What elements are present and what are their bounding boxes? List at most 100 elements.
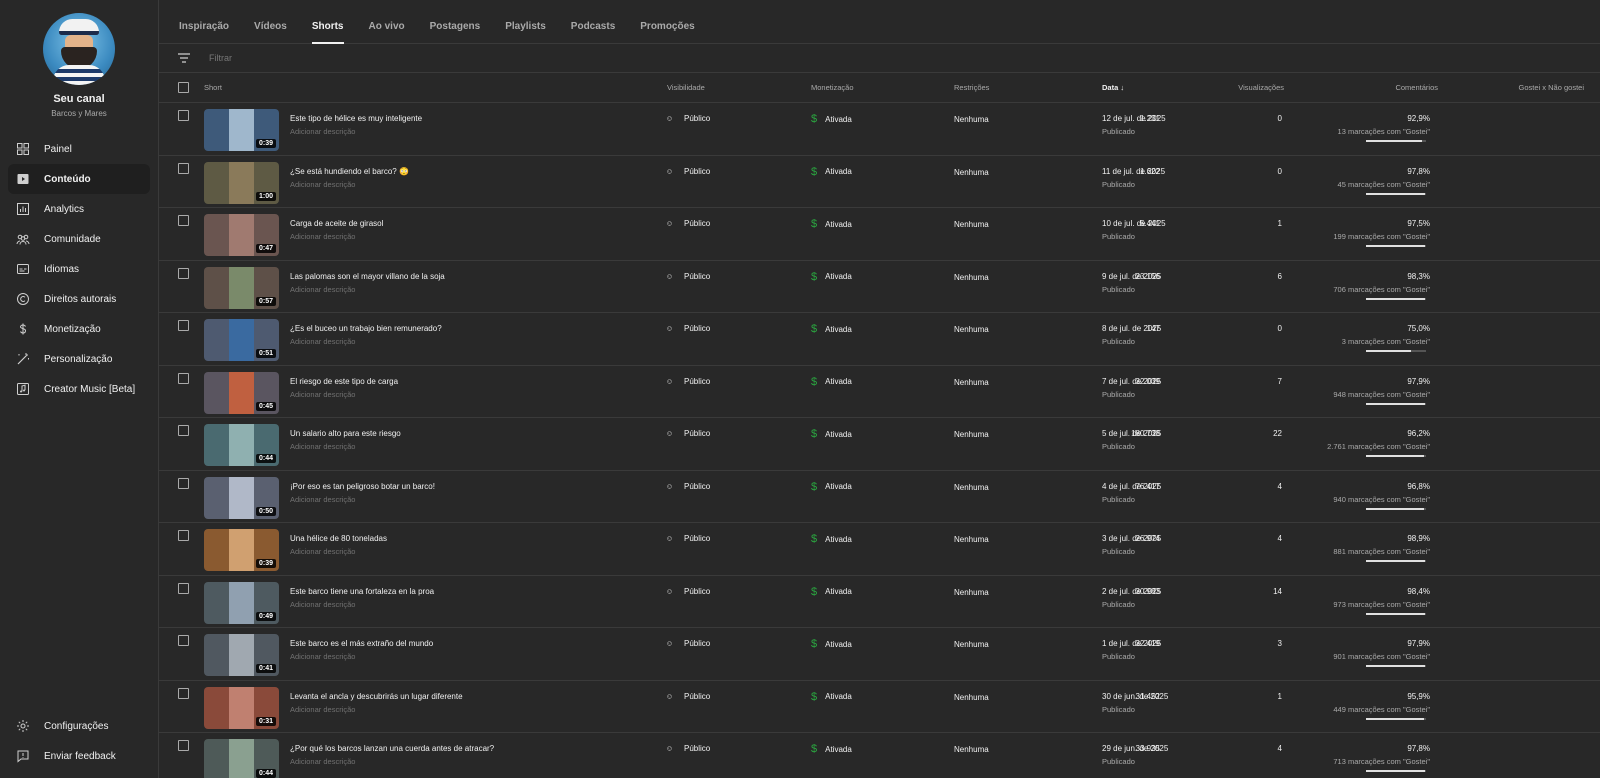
tab-shorts[interactable]: Shorts [311,21,344,44]
video-thumbnail[interactable]: 1:00 [204,161,279,204]
video-description[interactable]: Adicionar descrição [290,652,355,661]
video-description[interactable]: Adicionar descrição [290,390,355,399]
video-thumbnail[interactable]: 0:45 [204,371,279,414]
visibility-cell[interactable]: Público [667,743,710,754]
sidebar-item-enviar-feedback[interactable]: Enviar feedback [8,741,150,771]
tab-postagens[interactable]: Postagens [430,21,481,43]
visibility-cell[interactable]: Público [667,113,710,124]
video-title[interactable]: ¿Es el buceo un trabajo bien remunerado? [290,324,442,333]
row-checkbox[interactable] [178,267,189,279]
visibility-cell[interactable]: Público [667,376,710,387]
video-description[interactable]: Adicionar descrição [290,285,355,294]
video-title[interactable]: ¡Por eso es tan peligroso botar un barco… [290,482,435,491]
tab-playlists[interactable]: Playlists [505,21,546,43]
col-visibility[interactable]: Visibilidade [667,83,705,92]
video-description[interactable]: Adicionar descrição [290,180,355,189]
sidebar-item-configura-es[interactable]: Configurações [8,711,150,741]
col-restrictions[interactable]: Restrições [954,83,989,92]
monetization-cell[interactable]: $ Ativada [811,113,852,125]
sidebar-item-monetiza-o[interactable]: Monetização [8,314,150,344]
video-title[interactable]: Las palomas son el mayor villano de la s… [290,272,445,281]
monetization-cell[interactable]: $ Ativada [811,586,852,598]
table-row[interactable]: 0:31 Levanta el ancla y descubrirás un lu… [159,681,1600,733]
table-row[interactable]: 1:00 ¿Se está hundiendo el barco? 😳 Adicio… [159,156,1600,208]
video-description[interactable]: Adicionar descrição [290,127,355,136]
col-views[interactable]: Visualizações [1238,83,1284,92]
video-title[interactable]: Carga de aceite de girasol [290,219,383,228]
table-row[interactable]: 0:50 ¡Por eso es tan peligroso botar un b… [159,471,1600,523]
tab-v-deos[interactable]: Vídeos [254,21,287,43]
sidebar-item-personaliza-o[interactable]: Personalização [8,344,150,374]
video-thumbnail[interactable]: 0:44 [204,424,279,466]
visibility-cell[interactable]: Público [667,166,710,177]
table-row[interactable]: 0:44 Un salario alto para este riesgo Adic… [159,418,1600,471]
visibility-cell[interactable]: Público [667,691,710,702]
video-title[interactable]: Este barco tiene una fortaleza en la pro… [290,587,434,596]
video-title[interactable]: Una hélice de 80 toneladas [290,534,387,543]
video-thumbnail[interactable]: 0:39 [204,529,279,571]
visibility-cell[interactable]: Público [667,218,710,229]
table-row[interactable]: 0:44 ¿Por qué los barcos lanzan una cuerd… [159,733,1600,778]
video-thumbnail[interactable]: 0:49 [204,581,279,624]
monetization-cell[interactable]: $ Ativada [811,691,852,703]
video-title[interactable]: Levanta el ancla y descubrirás un lugar … [290,692,463,701]
sidebar-item-painel[interactable]: Painel [8,134,150,164]
monetization-cell[interactable]: $ Ativada [811,481,852,493]
table-row[interactable]: 0:57 Las palomas son el mayor villano de … [159,261,1600,313]
monetization-cell[interactable]: $ Ativada [811,218,852,230]
table-row[interactable]: 0:39 Una hélice de 80 toneladas Adicionar … [159,523,1600,576]
video-thumbnail[interactable]: 0:57 [204,266,279,309]
table-row[interactable]: 0:49 Este barco tiene una fortaleza en la… [159,576,1600,628]
channel-avatar[interactable] [43,13,115,85]
col-comments[interactable]: Comentários [1395,83,1438,92]
row-checkbox[interactable] [178,110,189,121]
table-row[interactable]: 0:47 Carga de aceite de girasol Adicionar … [159,208,1600,261]
table-row[interactable]: 0:45 El riesgo de este tipo de carga Adici… [159,366,1600,418]
monetization-cell[interactable]: $ Ativada [811,166,852,178]
table-row[interactable]: 0:39 Este tipo de hélice es muy inteligen… [159,103,1600,156]
filter-input[interactable] [209,53,509,63]
tab-inspira-o[interactable]: Inspiração [179,21,229,43]
visibility-cell[interactable]: Público [667,638,710,649]
video-description[interactable]: Adicionar descrição [290,495,355,504]
monetization-cell[interactable]: $ Ativada [811,323,852,335]
monetization-cell[interactable]: $ Ativada [811,533,852,545]
monetization-cell[interactable]: $ Ativada [811,638,852,650]
sidebar-item-creator-music-beta[interactable]: Creator Music [Beta] [8,374,150,404]
row-checkbox[interactable] [178,530,189,541]
monetization-cell[interactable]: $ Ativada [811,743,852,755]
row-checkbox[interactable] [178,372,189,384]
video-description[interactable]: Adicionar descrição [290,757,355,766]
video-description[interactable]: Adicionar descrição [290,547,355,556]
visibility-cell[interactable]: Público [667,271,710,282]
row-checkbox[interactable] [178,635,189,646]
col-likes[interactable]: Gostei x Não gostei [1519,83,1584,92]
visibility-cell[interactable]: Público [667,428,710,439]
row-checkbox[interactable] [178,425,189,436]
visibility-cell[interactable]: Público [667,481,710,492]
sidebar-item-analytics[interactable]: Analytics [8,194,150,224]
sidebar-item-direitos-autorais[interactable]: Direitos autorais [8,284,150,314]
row-checkbox[interactable] [178,687,189,699]
video-title[interactable]: El riesgo de este tipo de carga [290,377,398,386]
select-all-checkbox[interactable] [178,82,189,93]
video-thumbnail[interactable]: 0:47 [204,214,279,256]
visibility-cell[interactable]: Público [667,323,710,334]
sidebar-item-comunidade[interactable]: Comunidade [8,224,150,254]
sidebar-item-conte-do[interactable]: Conteúdo [8,164,150,194]
tab-podcasts[interactable]: Podcasts [571,21,615,43]
tab-promo-es[interactable]: Promoções [640,21,694,43]
table-row[interactable]: 0:41 Este barco es el más extraño del mun… [159,628,1600,681]
table-row[interactable]: 0:51 ¿Es el buceo un trabajo bien remuner… [159,313,1600,366]
sidebar-item-idiomas[interactable]: Idiomas [8,254,150,284]
row-checkbox[interactable] [178,320,189,331]
row-checkbox[interactable] [178,740,189,751]
video-description[interactable]: Adicionar descrição [290,600,355,609]
video-description[interactable]: Adicionar descrição [290,442,355,451]
video-title[interactable]: ¿Por qué los barcos lanzan una cuerda an… [290,744,494,753]
row-checkbox[interactable] [178,215,189,226]
video-thumbnail[interactable]: 0:44 [204,739,279,778]
monetization-cell[interactable]: $ Ativada [811,376,852,388]
col-date[interactable]: Data ↓ [1102,83,1124,92]
video-description[interactable]: Adicionar descrição [290,337,355,346]
